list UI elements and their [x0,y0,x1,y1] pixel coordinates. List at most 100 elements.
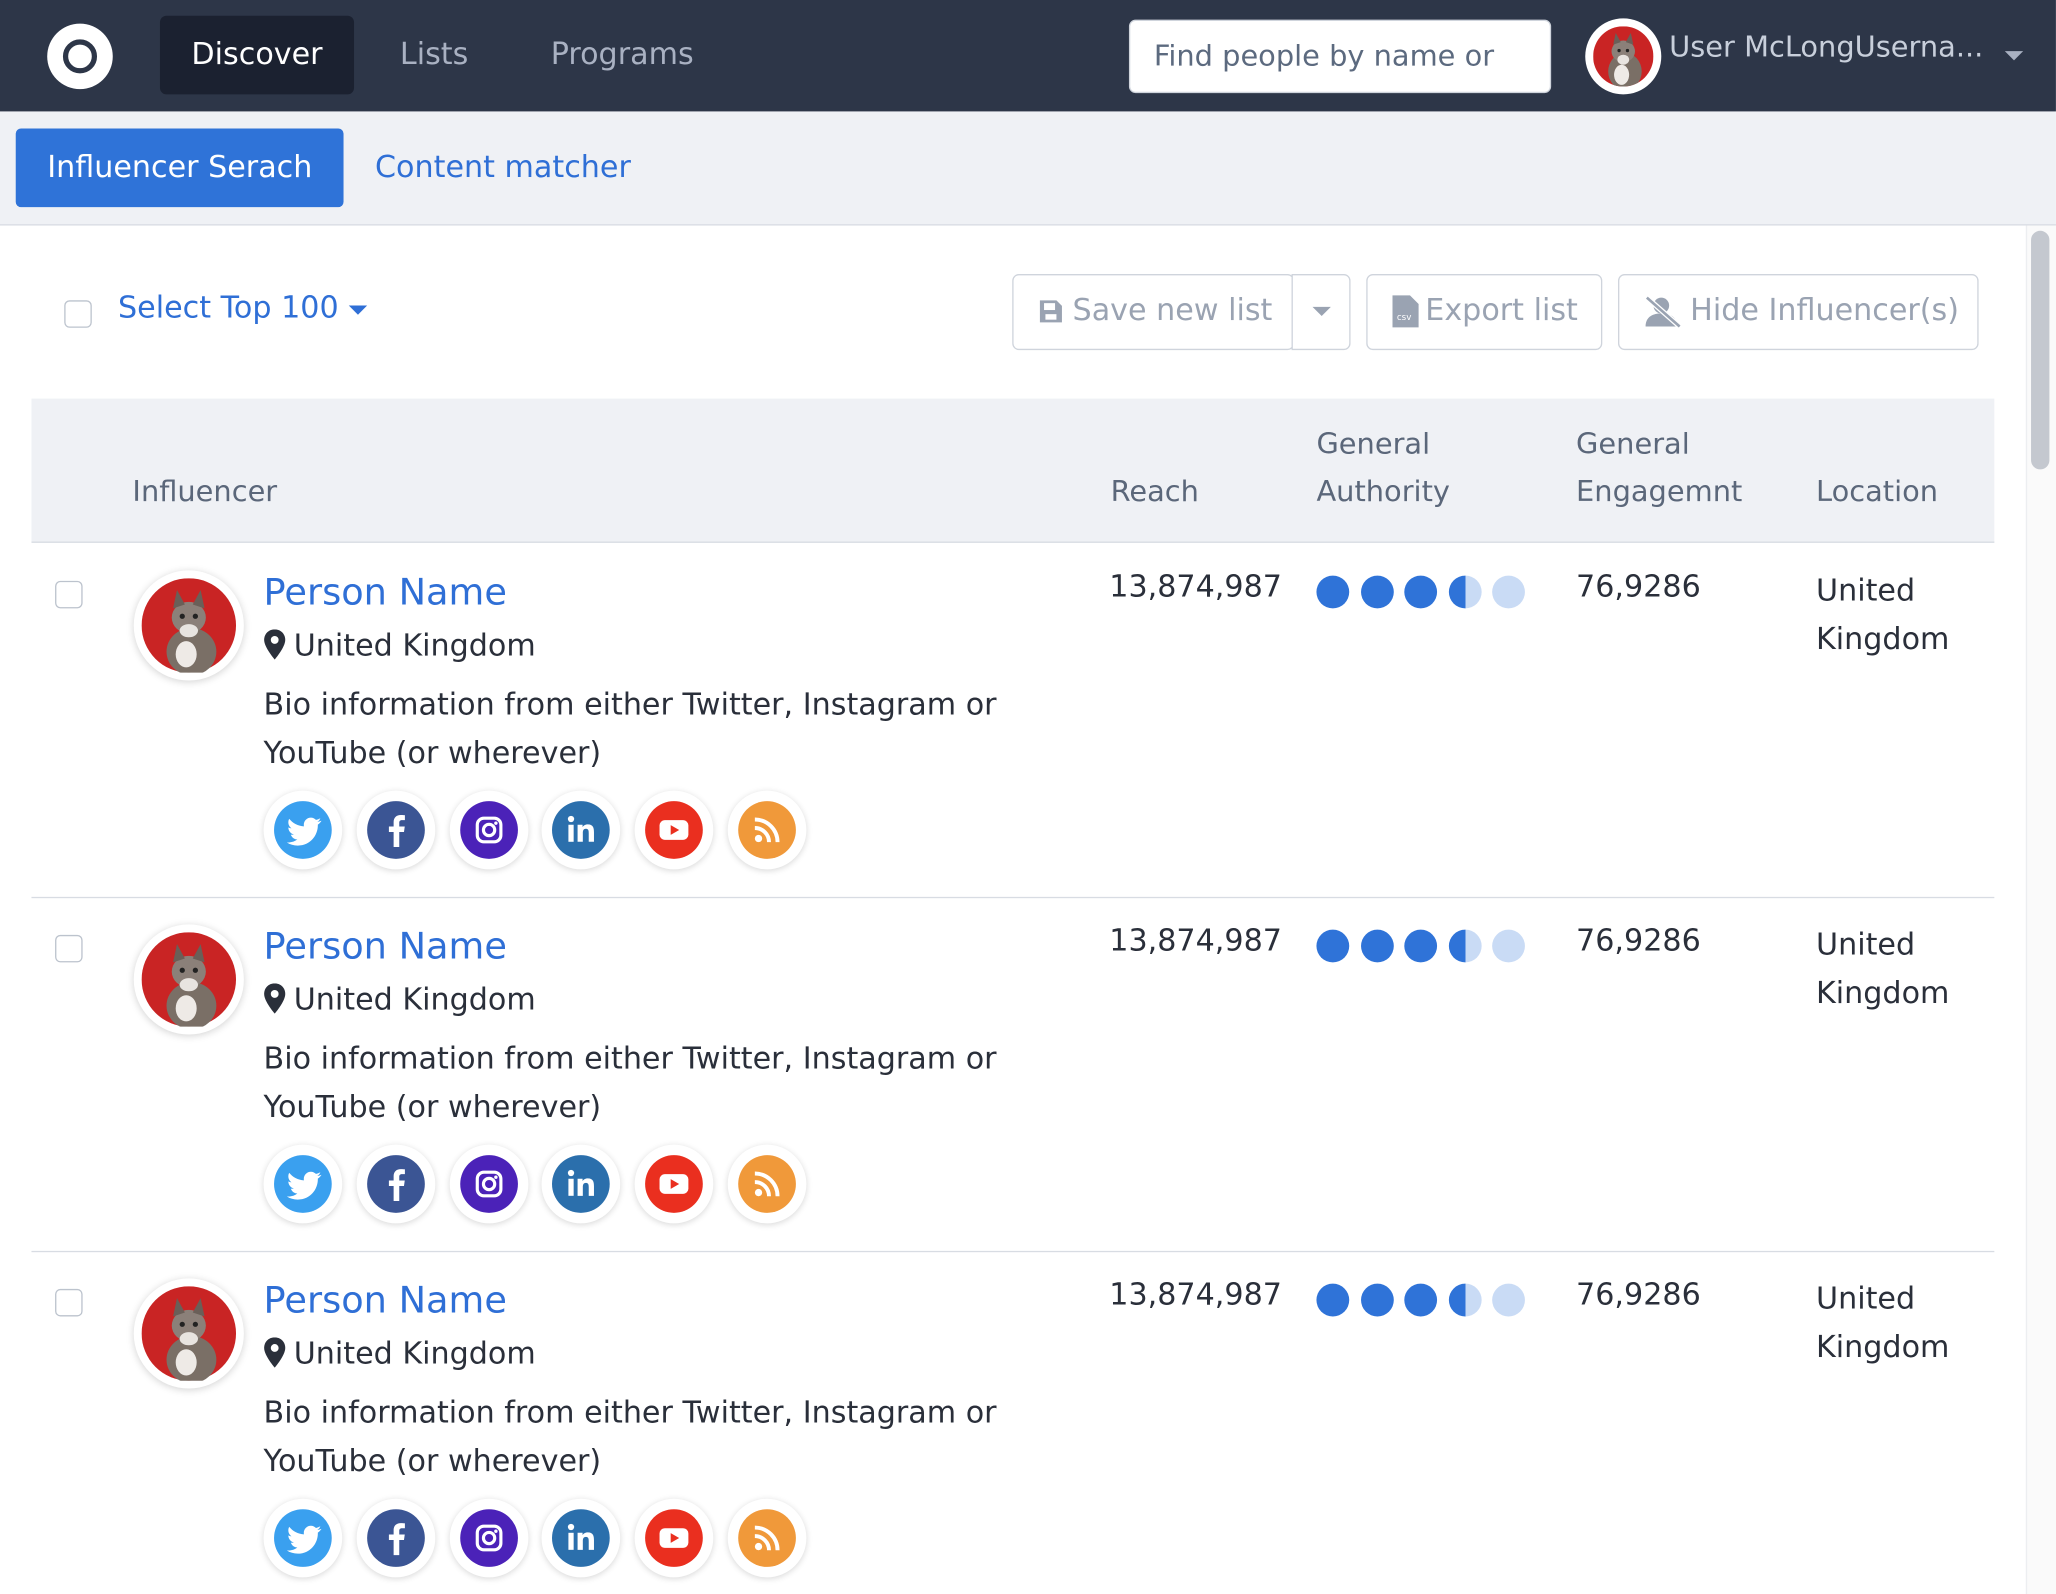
table-row: Person Name United Kingdom Bio informati… [31,544,1995,899]
nav-tab-programs[interactable]: Programs [519,16,725,95]
facebook-glyph-icon [388,1523,405,1556]
person-location: United Kingdom [264,983,536,1017]
authority-dot [1448,1283,1482,1317]
twitter-glyph-icon [286,1525,322,1554]
reach-value: 13,874,987 [1109,1278,1282,1313]
row-checkbox[interactable] [55,580,83,609]
floppy-disk-icon [1039,300,1062,323]
person-location-text: United Kingdom [293,629,536,664]
youtube-icon[interactable] [634,1498,714,1578]
save-new-list-label: Save new list [1072,293,1273,328]
youtube-icon[interactable] [634,1144,714,1224]
nav-tab-discover[interactable]: Discover [159,15,355,95]
rss-glyph-icon [754,1171,780,1197]
rss-glyph-icon [754,817,780,843]
person-name-link[interactable]: Person Name [264,1278,507,1321]
select-top-dropdown[interactable]: Select Top 100 [118,291,339,325]
save-list-options-button[interactable] [1291,274,1351,351]
reach-value: 13,874,987 [1109,924,1282,959]
reach-value: 13,874,987 [1109,570,1282,605]
table-row: Person Name United Kingdom Bio informati… [31,1252,1994,1594]
map-pin-icon [264,1337,286,1368]
twitter-icon[interactable] [263,1498,343,1578]
table-row: Person Name United Kingdom Bio informati… [31,898,1995,1253]
caret-down-icon[interactable] [348,305,368,315]
app-window: Discover Lists Programs User McLongUsern… [0,0,2056,1594]
linkedin-icon[interactable] [542,790,621,870]
column-location: Location [1816,475,1939,509]
map-pin-icon [264,629,286,660]
authority-dot [1492,929,1525,963]
column-authority-line2: Authority [1316,475,1450,509]
location-value: United Kingdom [1816,574,1950,657]
person-name-link[interactable]: Person Name [264,570,507,613]
top-navbar: Discover Lists Programs User McLongUsern… [0,0,2056,112]
person-name-link[interactable]: Person Name [264,924,507,967]
engagement-value: 76,9286 [1576,1278,1701,1313]
rss-icon[interactable] [727,1144,807,1224]
twitter-glyph-icon [286,817,322,846]
user-avatar[interactable] [1585,18,1662,95]
instagram-icon[interactable] [449,1498,528,1578]
cat-photo-icon [1593,26,1654,87]
tab-influencer-search[interactable]: Influencer Serach [15,128,344,208]
avatar[interactable] [133,1278,244,1389]
avatar[interactable] [133,570,244,681]
authority-dot [1316,575,1350,609]
rss-icon[interactable] [727,1498,807,1578]
hide-influencers-label: Hide Influencer(s) [1690,293,1960,328]
facebook-icon[interactable] [356,790,436,870]
nav-tab-lists[interactable]: Lists [368,16,499,95]
circle-logo-icon[interactable] [47,23,113,90]
authority-dot [1404,1283,1438,1317]
linkedin-icon[interactable] [542,1498,621,1578]
facebook-icon[interactable] [356,1498,436,1578]
people-search-input[interactable] [1128,19,1552,94]
user-name[interactable]: User McLongUserna... [1669,31,1983,64]
export-list-button[interactable]: csv Export list [1366,274,1603,351]
chevron-down-icon[interactable] [2004,51,2024,61]
twitter-icon[interactable] [263,1144,343,1224]
column-authority-line1: General [1316,428,1431,462]
authority-dot [1360,575,1394,609]
instagram-icon[interactable] [449,1144,528,1224]
user-slash-icon [1645,296,1681,328]
location-value: United Kingdom [1816,1282,1950,1365]
cat-photo-icon [141,578,237,673]
instagram-glyph-icon [475,1524,502,1552]
authority-dot [1316,1283,1350,1317]
select-all-checkbox[interactable] [64,300,92,328]
rss-glyph-icon [754,1525,780,1551]
twitter-icon[interactable] [263,790,343,870]
cat-photo-icon [141,1286,237,1381]
person-location-text: United Kingdom [293,983,536,1018]
youtube-glyph-icon [659,820,689,840]
sub-navbar: Influencer Serach Content matcher [0,111,2056,226]
person-location-text: United Kingdom [293,1337,536,1372]
authority-dot [1316,929,1350,963]
authority-dot [1360,1283,1394,1317]
tab-content-matcher[interactable]: Content matcher [344,128,663,207]
facebook-glyph-icon [388,1169,405,1202]
instagram-icon[interactable] [449,790,528,870]
authority-dot [1492,1283,1525,1317]
row-checkbox[interactable] [55,934,83,963]
location-value: United Kingdom [1816,928,1950,1011]
person-bio: Bio information from either Twitter, Ins… [263,688,997,771]
row-checkbox[interactable] [55,1288,83,1317]
facebook-icon[interactable] [356,1144,436,1224]
table-header: Influencer Reach General Authority Gener… [31,398,1995,543]
linkedin-glyph-icon [568,815,595,842]
column-engagement-line2: Engagemnt [1576,475,1743,509]
hide-influencers-button[interactable]: Hide Influencer(s) [1618,274,1979,351]
save-new-list-button[interactable]: Save new list [1012,274,1295,351]
scrollbar-thumb[interactable] [2031,230,2050,470]
twitter-glyph-icon [286,1171,322,1200]
youtube-icon[interactable] [634,790,714,870]
authority-dot [1448,929,1482,963]
avatar[interactable] [133,924,244,1035]
rss-icon[interactable] [727,790,807,870]
linkedin-icon[interactable] [542,1144,621,1224]
caret-down-icon [1312,306,1331,316]
engagement-value: 76,9286 [1576,924,1701,959]
